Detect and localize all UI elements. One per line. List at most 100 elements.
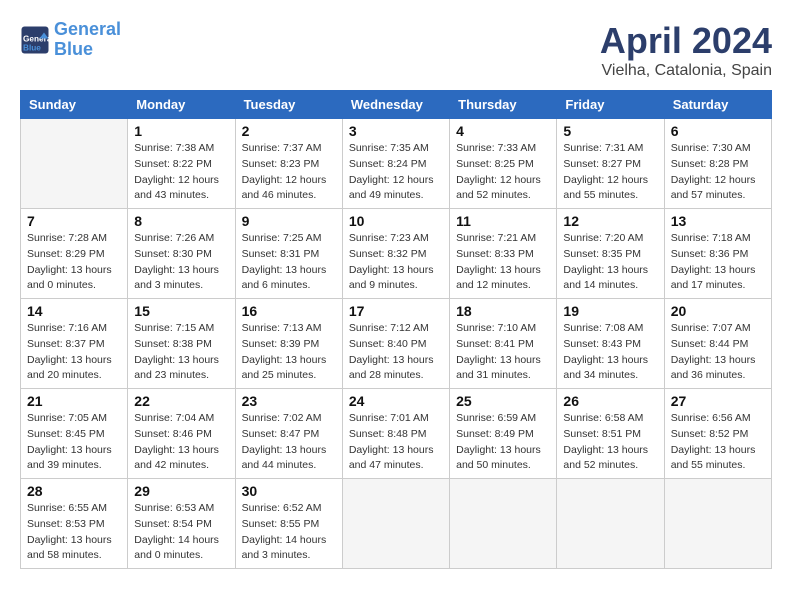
cell-info: Sunrise: 7:15 AMSunset: 8:38 PMDaylight:… — [134, 321, 228, 384]
weekday-header-row: SundayMondayTuesdayWednesdayThursdayFrid… — [21, 91, 772, 119]
cell-info: Sunrise: 7:28 AMSunset: 8:29 PMDaylight:… — [27, 231, 121, 294]
cell-info: Sunrise: 6:53 AMSunset: 8:54 PMDaylight:… — [134, 501, 228, 564]
day-cell-25: 25 Sunrise: 6:59 AMSunset: 8:49 PMDayligh… — [450, 389, 557, 479]
day-cell-20: 20 Sunrise: 7:07 AMSunset: 8:44 PMDayligh… — [664, 299, 771, 389]
day-number: 23 — [242, 393, 336, 409]
cell-info: Sunrise: 7:08 AMSunset: 8:43 PMDaylight:… — [563, 321, 657, 384]
day-number: 25 — [456, 393, 550, 409]
cell-info: Sunrise: 7:23 AMSunset: 8:32 PMDaylight:… — [349, 231, 443, 294]
weekday-header-saturday: Saturday — [664, 91, 771, 119]
day-number: 10 — [349, 213, 443, 229]
weekday-header-friday: Friday — [557, 91, 664, 119]
day-cell-22: 22Sunrise: 7:04 AMSunset: 8:46 PMDayligh… — [128, 389, 235, 479]
day-cell-26: 26Sunrise: 6:58 AMSunset: 8:51 PMDayligh… — [557, 389, 664, 479]
day-cell-4: 4Sunrise: 7:33 AMSunset: 8:25 PMDaylight… — [450, 119, 557, 209]
cell-info: Sunrise: 6:52 AMSunset: 8:55 PMDaylight:… — [242, 501, 336, 564]
day-cell-16: 16 Sunrise: 7:13 AMSunset: 8:39 PMDayligh… — [235, 299, 342, 389]
day-number: 28 — [27, 483, 121, 499]
day-cell-13: 13 Sunrise: 7:18 AMSunset: 8:36 PMDayligh… — [664, 209, 771, 299]
day-number: 11 — [456, 213, 550, 229]
day-number: 13 — [671, 213, 765, 229]
cell-info: Sunrise: 7:37 AMSunset: 8:23 PMDaylight:… — [242, 141, 336, 204]
cell-info: Sunrise: 7:35 AMSunset: 8:24 PMDaylight:… — [349, 141, 443, 204]
cell-info: Sunrise: 7:12 AMSunset: 8:40 PMDaylight:… — [349, 321, 443, 384]
cell-info: Sunrise: 7:01 AMSunset: 8:48 PMDaylight:… — [349, 411, 443, 474]
week-row-1: 7 Sunrise: 7:28 AMSunset: 8:29 PMDaylight… — [21, 209, 772, 299]
svg-text:Blue: Blue — [23, 43, 41, 52]
cell-info: Sunrise: 7:31 AMSunset: 8:27 PMDaylight:… — [563, 141, 657, 204]
day-number: 29 — [134, 483, 228, 499]
logo-text: General Blue — [54, 20, 121, 60]
day-number: 26 — [563, 393, 657, 409]
calendar-body: 1 Sunrise: 7:38 AMSunset: 8:22 PMDaylight… — [21, 119, 772, 569]
day-cell-9: 9Sunrise: 7:25 AMSunset: 8:31 PMDaylight… — [235, 209, 342, 299]
day-number: 30 — [242, 483, 336, 499]
day-number: 19 — [563, 303, 657, 319]
day-cell-19: 19 Sunrise: 7:08 AMSunset: 8:43 PMDayligh… — [557, 299, 664, 389]
cell-info: Sunrise: 7:25 AMSunset: 8:31 PMDaylight:… — [242, 231, 336, 294]
empty-cell — [450, 479, 557, 569]
day-number: 22 — [134, 393, 228, 409]
page-header: General Blue General Blue April 2024 Vie… — [20, 20, 772, 80]
empty-cell — [21, 119, 128, 209]
day-cell-15: 15 Sunrise: 7:15 AMSunset: 8:38 PMDayligh… — [128, 299, 235, 389]
cell-info: Sunrise: 7:26 AMSunset: 8:30 PMDaylight:… — [134, 231, 228, 294]
empty-cell — [557, 479, 664, 569]
weekday-header-wednesday: Wednesday — [342, 91, 449, 119]
empty-cell — [664, 479, 771, 569]
day-cell-6: 6Sunrise: 7:30 AMSunset: 8:28 PMDaylight… — [664, 119, 771, 209]
cell-info: Sunrise: 6:55 AMSunset: 8:53 PMDaylight:… — [27, 501, 121, 564]
day-cell-27: 27 Sunrise: 6:56 AMSunset: 8:52 PMDayligh… — [664, 389, 771, 479]
cell-info: Sunrise: 7:13 AMSunset: 8:39 PMDaylight:… — [242, 321, 336, 384]
day-number: 21 — [27, 393, 121, 409]
cell-info: Sunrise: 7:18 AMSunset: 8:36 PMDaylight:… — [671, 231, 765, 294]
day-number: 20 — [671, 303, 765, 319]
day-cell-29: 29 Sunrise: 6:53 AMSunset: 8:54 PMDayligh… — [128, 479, 235, 569]
week-row-0: 1 Sunrise: 7:38 AMSunset: 8:22 PMDaylight… — [21, 119, 772, 209]
empty-cell — [342, 479, 449, 569]
cell-info: Sunrise: 6:56 AMSunset: 8:52 PMDaylight:… — [671, 411, 765, 474]
day-number: 24 — [349, 393, 443, 409]
day-cell-5: 5Sunrise: 7:31 AMSunset: 8:27 PMDaylight… — [557, 119, 664, 209]
calendar-table: SundayMondayTuesdayWednesdayThursdayFrid… — [20, 90, 772, 569]
day-number: 17 — [349, 303, 443, 319]
day-cell-11: 11Sunrise: 7:21 AMSunset: 8:33 PMDayligh… — [450, 209, 557, 299]
cell-info: Sunrise: 7:33 AMSunset: 8:25 PMDaylight:… — [456, 141, 550, 204]
day-number: 7 — [27, 213, 121, 229]
logo-icon: General Blue — [20, 25, 50, 55]
day-cell-8: 8 Sunrise: 7:26 AMSunset: 8:30 PMDaylight… — [128, 209, 235, 299]
week-row-4: 28 Sunrise: 6:55 AMSunset: 8:53 PMDayligh… — [21, 479, 772, 569]
day-cell-17: 17 Sunrise: 7:12 AMSunset: 8:40 PMDayligh… — [342, 299, 449, 389]
day-number: 8 — [134, 213, 228, 229]
day-cell-18: 18 Sunrise: 7:10 AMSunset: 8:41 PMDayligh… — [450, 299, 557, 389]
day-cell-2: 2 Sunrise: 7:37 AMSunset: 8:23 PMDaylight… — [235, 119, 342, 209]
week-row-2: 14Sunrise: 7:16 AMSunset: 8:37 PMDayligh… — [21, 299, 772, 389]
day-number: 12 — [563, 213, 657, 229]
day-cell-24: 24 Sunrise: 7:01 AMSunset: 8:48 PMDayligh… — [342, 389, 449, 479]
title-area: April 2024 Vielha, Catalonia, Spain — [600, 20, 772, 80]
cell-info: Sunrise: 7:10 AMSunset: 8:41 PMDaylight:… — [456, 321, 550, 384]
day-number: 2 — [242, 123, 336, 139]
day-number: 6 — [671, 123, 765, 139]
day-number: 27 — [671, 393, 765, 409]
day-cell-3: 3Sunrise: 7:35 AMSunset: 8:24 PMDaylight… — [342, 119, 449, 209]
day-number: 1 — [134, 123, 228, 139]
cell-info: Sunrise: 7:20 AMSunset: 8:35 PMDaylight:… — [563, 231, 657, 294]
cell-info: Sunrise: 6:59 AMSunset: 8:49 PMDaylight:… — [456, 411, 550, 474]
day-number: 16 — [242, 303, 336, 319]
week-row-3: 21Sunrise: 7:05 AMSunset: 8:45 PMDayligh… — [21, 389, 772, 479]
day-cell-21: 21Sunrise: 7:05 AMSunset: 8:45 PMDayligh… — [21, 389, 128, 479]
cell-info: Sunrise: 7:38 AMSunset: 8:22 PMDaylight:… — [134, 141, 228, 204]
day-number: 15 — [134, 303, 228, 319]
cell-info: Sunrise: 7:07 AMSunset: 8:44 PMDaylight:… — [671, 321, 765, 384]
logo: General Blue General Blue — [20, 20, 121, 60]
day-cell-7: 7 Sunrise: 7:28 AMSunset: 8:29 PMDaylight… — [21, 209, 128, 299]
day-cell-14: 14Sunrise: 7:16 AMSunset: 8:37 PMDayligh… — [21, 299, 128, 389]
month-title: April 2024 — [600, 20, 772, 62]
weekday-header-monday: Monday — [128, 91, 235, 119]
cell-info: Sunrise: 7:02 AMSunset: 8:47 PMDaylight:… — [242, 411, 336, 474]
day-number: 18 — [456, 303, 550, 319]
location-title: Vielha, Catalonia, Spain — [600, 62, 772, 80]
logo-line2: Blue — [54, 39, 93, 59]
logo-line1: General — [54, 19, 121, 39]
